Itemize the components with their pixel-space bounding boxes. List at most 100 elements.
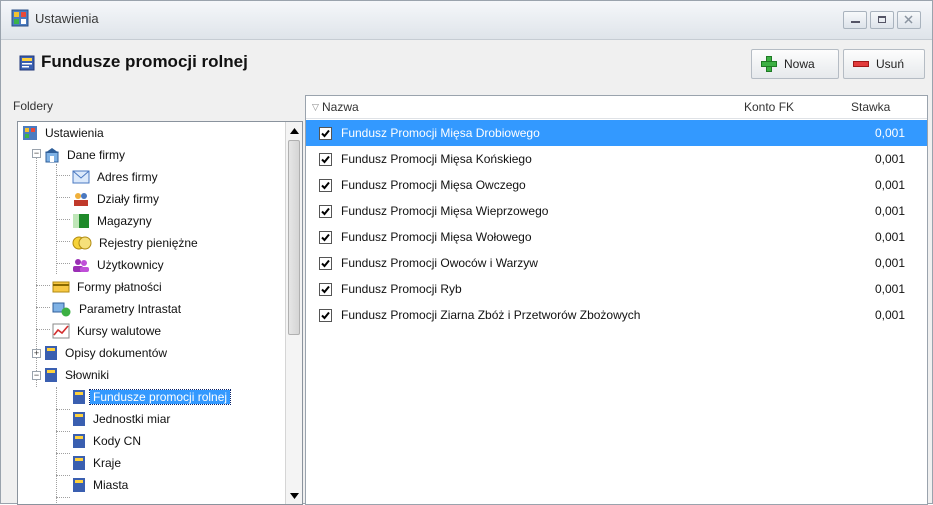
tree-item-rejestry-pieniezne[interactable]: Rejestry pieniężne [72, 233, 201, 253]
dictionary-icon [19, 55, 35, 71]
settings-app-icon [11, 9, 29, 27]
row-checkbox[interactable] [319, 152, 332, 166]
row-stawka: 0,001 [874, 256, 905, 270]
table-row[interactable]: Fundusz Promocji Owoców i Warzyw 0,001 [306, 250, 927, 276]
new-button-label: Nowa [784, 57, 815, 71]
table-row[interactable]: Fundusz Promocji Mięsa Wołowego 0,001 [306, 224, 927, 250]
column-header-nazwa[interactable]: Nazwa [322, 96, 359, 118]
table-row[interactable]: Fundusz Promocji Ryb 0,001 [306, 276, 927, 302]
new-button[interactable]: Nowa [751, 49, 839, 79]
folders-panel: Foldery − + − Ustawienia Dane firmy Adre… [7, 95, 303, 505]
folders-header: Foldery [13, 99, 54, 113]
row-stawka: 0,001 [874, 178, 905, 192]
expander-opisy-dokumentow[interactable]: + [32, 349, 41, 358]
row-stawka: 0,001 [874, 126, 905, 140]
tree-item-kursy-walutowe[interactable]: Kursy walutowe [52, 321, 164, 341]
check-icon [321, 285, 330, 293]
minimize-button[interactable] [843, 11, 867, 29]
dictionary-icon [73, 390, 85, 404]
users-icon [73, 259, 89, 272]
row-checkbox[interactable] [319, 308, 332, 322]
maximize-button[interactable] [870, 11, 894, 29]
row-checkbox[interactable] [319, 256, 332, 270]
dictionary-icon [73, 434, 85, 448]
tree-scrollbar[interactable] [285, 122, 302, 504]
tree-item-slowniki[interactable]: Słowniki [44, 365, 112, 385]
folder-tree[interactable]: − + − Ustawienia Dane firmy Adres firmy … [17, 121, 303, 505]
tree-item-dane-firmy[interactable]: Dane firmy [44, 145, 128, 165]
tree-item-formy-platnosci[interactable]: Formy płatności [52, 277, 165, 297]
funds-list[interactable]: ▽ Nazwa Konto FK Stawka Fundusz Promocji… [305, 95, 928, 505]
warehouse-icon [73, 214, 89, 228]
column-header-konto-fk[interactable]: Konto FK [744, 96, 794, 118]
row-stawka: 0,001 [874, 152, 905, 166]
table-row[interactable]: Fundusz Promocji Ziarna Zbóż i Przetworó… [306, 302, 927, 328]
tree-scroll-thumb[interactable] [288, 140, 300, 335]
row-name: Fundusz Promocji Mięsa Wołowego [341, 230, 532, 244]
tree-item-kraje[interactable]: Kraje [72, 453, 124, 473]
tree-item-adres-firmy[interactable]: Adres firmy [72, 167, 161, 187]
row-name: Fundusz Promocji Ziarna Zbóż i Przetworó… [341, 308, 641, 322]
settings-window: Ustawienia Fundusze promocji rolnej Nowa… [0, 0, 933, 505]
table-row[interactable]: Fundusz Promocji Mięsa Drobiowego 0,001 [306, 120, 927, 146]
check-icon [321, 259, 330, 267]
tree-item-opisy-dokumentow[interactable]: Opisy dokumentów [44, 343, 170, 363]
row-stawka: 0,001 [874, 282, 905, 296]
row-checkbox[interactable] [319, 126, 332, 140]
check-icon [321, 155, 330, 163]
expander-slowniki[interactable]: − [32, 371, 41, 380]
dictionary-icon [45, 368, 57, 382]
title-bar[interactable]: Ustawienia [1, 1, 932, 40]
company-icon [45, 148, 59, 163]
tree-item-magazyny[interactable]: Magazyny [72, 211, 155, 231]
row-checkbox[interactable] [319, 282, 332, 296]
settings-icon [23, 126, 37, 140]
currency-chart-icon [52, 323, 70, 339]
close-button[interactable] [897, 11, 921, 29]
tree-item-miasta[interactable]: Miasta [72, 475, 131, 495]
tree-item-dzialy-firmy[interactable]: Działy firmy [72, 189, 162, 209]
tree-item-jednostki-miar[interactable]: Jednostki miar [72, 409, 173, 429]
maximize-icon [878, 16, 886, 23]
dictionary-icon [73, 456, 85, 470]
row-checkbox[interactable] [319, 230, 332, 244]
envelope-icon [72, 170, 90, 184]
tree-item-uzytkownicy[interactable]: Użytkownicy [72, 255, 167, 275]
departments-icon [74, 193, 88, 206]
tree-item-kody-cn[interactable]: Kody CN [72, 431, 144, 451]
row-checkbox[interactable] [319, 204, 332, 218]
row-name: Fundusz Promocji Mięsa Owczego [341, 178, 526, 192]
intrastat-icon [52, 302, 71, 317]
check-icon [321, 181, 330, 189]
table-row[interactable]: Fundusz Promocji Mięsa Wieprzowego 0,001 [306, 198, 927, 224]
check-icon [321, 129, 330, 137]
row-name: Fundusz Promocji Mięsa Wieprzowego [341, 204, 549, 218]
payment-icon [52, 281, 70, 293]
expander-dane-firmy[interactable]: − [32, 149, 41, 158]
row-stawka: 0,001 [874, 308, 905, 322]
scroll-up-button[interactable] [286, 122, 302, 139]
window-title: Ustawienia [35, 11, 99, 26]
minimize-icon [851, 21, 860, 23]
delete-button-label: Usuń [876, 57, 905, 71]
page-title: Fundusze promocji rolnej [41, 52, 248, 71]
table-row[interactable]: Fundusz Promocji Mięsa Owczego 0,001 [306, 172, 927, 198]
row-stawka: 0,001 [874, 230, 905, 244]
close-icon [904, 15, 913, 24]
delete-button[interactable]: Usuń [843, 49, 925, 79]
minus-icon [853, 61, 869, 67]
tree-item-fundusze-promocji-rolnej[interactable]: Fundusze promocji rolnej [72, 387, 232, 407]
plus-icon [761, 56, 777, 72]
row-checkbox[interactable] [319, 178, 332, 192]
scroll-down-button[interactable] [286, 487, 302, 504]
row-name: Fundusz Promocji Mięsa Drobiowego [341, 126, 540, 140]
row-name: Fundusz Promocji Mięsa Końskiego [341, 152, 532, 166]
tree-item-parametry-intrastat[interactable]: Parametry Intrastat [52, 299, 184, 319]
coins-icon [72, 236, 92, 250]
table-row[interactable]: Fundusz Promocji Mięsa Końskiego 0,001 [306, 146, 927, 172]
dictionary-icon [73, 412, 85, 426]
row-stawka: 0,001 [874, 204, 905, 218]
tree-item-ustawienia[interactable]: Ustawienia [22, 123, 107, 143]
arrow-down-icon [289, 492, 299, 499]
column-header-stawka[interactable]: Stawka [851, 96, 890, 118]
